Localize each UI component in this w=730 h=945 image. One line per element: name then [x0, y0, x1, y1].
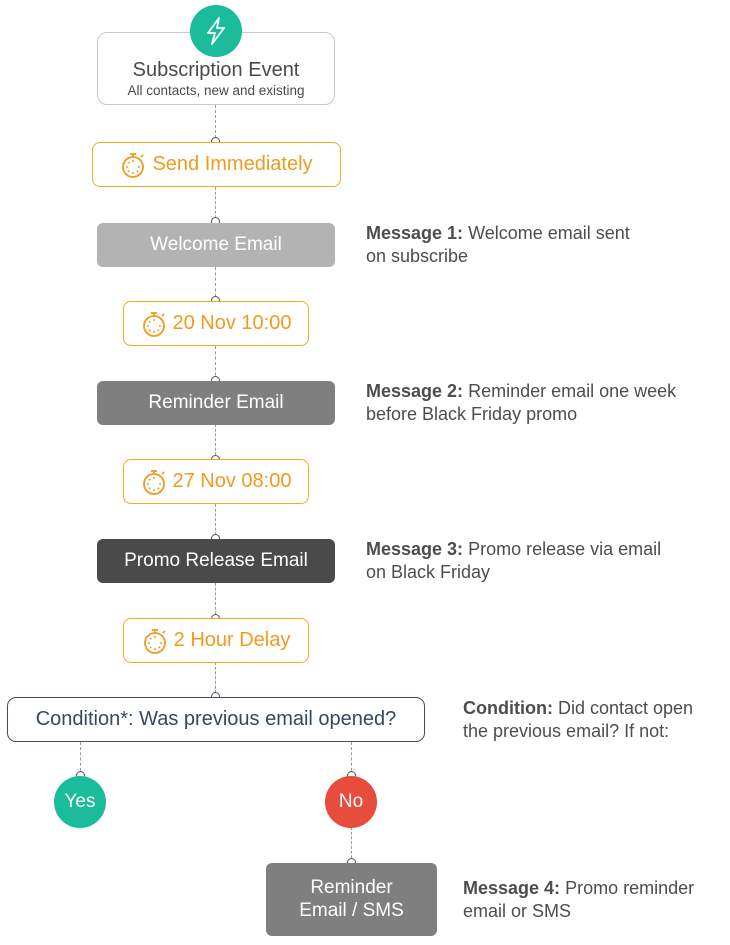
timer-label: 2 Hour Delay — [173, 629, 291, 651]
note-text: Promo release via email — [468, 539, 662, 559]
note-text: email or SMS — [463, 901, 572, 921]
note-message-2: Message 2: Reminder email one week befor… — [366, 380, 726, 426]
note-text: before Black Friday promo — [366, 404, 578, 424]
note-message-3: Message 3: Promo release via email on Bl… — [366, 538, 726, 584]
action-label-line2: Email / SMS — [299, 899, 404, 921]
stopwatch-icon — [142, 469, 165, 495]
timer-2-hour-delay[interactable]: 2 Hour Delay — [123, 618, 309, 663]
reminder-email-node[interactable]: Reminder Email — [97, 381, 335, 425]
note-title: Message 1: — [366, 223, 464, 243]
note-condition: Condition: Did contact open the previous… — [463, 697, 730, 743]
stopwatch-icon — [122, 152, 145, 178]
reminder-email-sms-node[interactable]: Reminder Email / SMS — [266, 863, 437, 936]
note-title: Message 3: — [366, 539, 464, 559]
welcome-email-node[interactable]: Welcome Email — [97, 223, 335, 267]
trigger-subtitle: All contacts, new and existing — [127, 83, 305, 98]
note-message-1: Message 1: Welcome email sent on subscri… — [366, 222, 726, 268]
note-text: Reminder email one week — [468, 381, 677, 401]
note-text: the previous email? If not: — [463, 721, 670, 741]
note-text: on Black Friday — [366, 562, 491, 582]
condition-node[interactable]: Condition*: Was previous email opened? — [7, 697, 425, 742]
email-label: Promo Release Email — [124, 549, 308, 571]
stopwatch-icon — [142, 311, 165, 337]
lightning-bolt-icon — [190, 5, 242, 57]
note-title: Message 2: — [366, 381, 464, 401]
no-label: No — [338, 791, 364, 812]
email-label: Reminder Email — [148, 391, 284, 413]
yes-branch[interactable]: Yes — [54, 776, 106, 828]
note-text: Promo reminder — [565, 878, 695, 898]
condition-label: Condition*: Was previous email opened? — [35, 708, 397, 730]
no-branch[interactable]: No — [325, 776, 377, 828]
timer-20-nov[interactable]: 20 Nov 10:00 — [123, 301, 309, 346]
note-message-4: Message 4: Promo reminder email or SMS — [463, 877, 730, 923]
timer-send-immediately[interactable]: Send Immediately — [92, 142, 341, 187]
note-text: on subscribe — [366, 246, 469, 266]
timer-label: 27 Nov 08:00 — [172, 470, 292, 492]
yes-label: Yes — [64, 791, 96, 812]
email-label: Welcome Email — [150, 233, 282, 255]
timer-27-nov[interactable]: 27 Nov 08:00 — [123, 459, 309, 504]
timer-label: Send Immediately — [152, 153, 313, 175]
promo-release-email-node[interactable]: Promo Release Email — [97, 539, 335, 583]
trigger-title: Subscription Event — [132, 59, 300, 81]
note-text: Welcome email sent — [468, 223, 630, 243]
note-text: Did contact open — [557, 698, 694, 718]
action-label-line1: Reminder — [310, 876, 393, 898]
note-title: Message 4: — [463, 878, 561, 898]
timer-label: 20 Nov 10:00 — [172, 312, 292, 334]
stopwatch-icon — [143, 628, 166, 654]
note-title: Condition: — [463, 698, 553, 718]
